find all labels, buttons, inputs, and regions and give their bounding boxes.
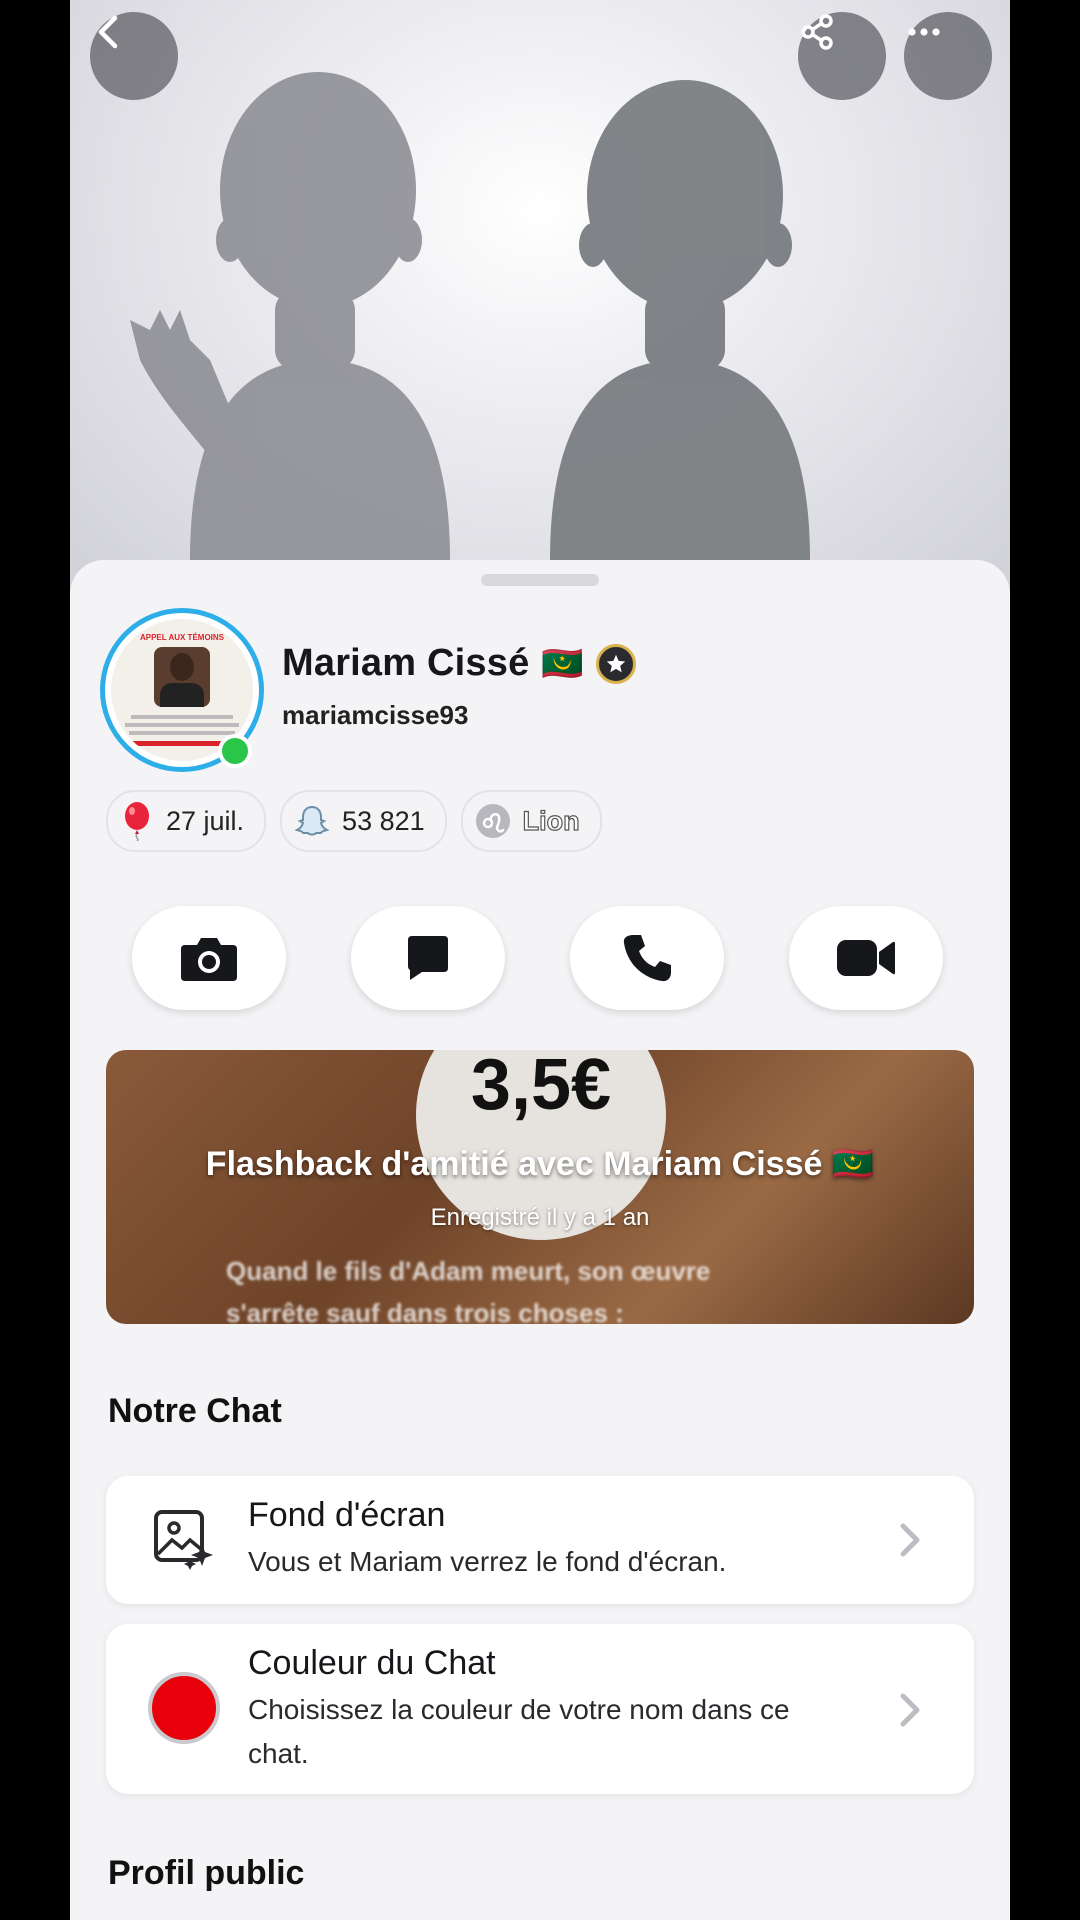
flashback-line-2: s'arrête sauf dans trois choses : bbox=[226, 1298, 624, 1324]
birthday-chip[interactable]: 27 juil. bbox=[106, 790, 267, 852]
display-name: Mariam Cissé bbox=[282, 642, 530, 684]
chat-color-swatch bbox=[148, 1672, 220, 1744]
camera-icon bbox=[181, 938, 237, 981]
online-status-dot bbox=[218, 734, 252, 768]
chat-icon bbox=[408, 936, 448, 980]
star-badge-icon[interactable] bbox=[595, 643, 636, 684]
our-chat-heading: Notre Chat bbox=[108, 1392, 282, 1430]
wallpaper-title: Fond d'écran bbox=[248, 1496, 446, 1534]
camera-button[interactable] bbox=[132, 906, 286, 1010]
chevron-right-icon bbox=[900, 1693, 920, 1727]
friendship-bitmoji-header bbox=[70, 0, 1010, 600]
share-icon bbox=[801, 14, 833, 50]
wallpaper-subtitle: Vous et Mariam verrez le fond d'écran. bbox=[248, 1546, 727, 1577]
chevron-right-icon bbox=[900, 1523, 920, 1557]
action-buttons bbox=[132, 906, 943, 1010]
chevron-left-icon bbox=[98, 15, 118, 49]
flashback-price: 3,5€ bbox=[470, 1050, 612, 1125]
flashback-preview-text: Quand le fils d'Adam meurt, son œuvre s'… bbox=[226, 1250, 710, 1324]
zodiac-label: Lion bbox=[522, 805, 580, 836]
avatar-photo bbox=[154, 647, 210, 707]
more-options-button[interactable] bbox=[904, 12, 992, 100]
chat-color-subtitle: Choisissez la couleur de votre nom dans … bbox=[248, 1694, 790, 1769]
snap-score-label: 53 821 bbox=[342, 805, 425, 836]
name-row: Mariam Cissé 🇲🇷 bbox=[282, 642, 636, 685]
phone-icon bbox=[623, 935, 671, 982]
back-button[interactable] bbox=[90, 12, 178, 100]
flashback-line-1: Quand le fils d'Adam meurt, son œuvre bbox=[226, 1256, 711, 1286]
profile-sheet: APPEL AUX TÉMOINS Mariam Cissé 🇲🇷 mariam… bbox=[70, 560, 1010, 1920]
avatar-caption: APPEL AUX TÉMOINS bbox=[139, 633, 224, 642]
public-profile-heading: Profil public bbox=[108, 1854, 305, 1892]
zodiac-leo-icon bbox=[475, 804, 510, 838]
ellipsis-icon bbox=[908, 28, 940, 36]
profile-chips: 27 juil. 53 821 Lion bbox=[106, 790, 602, 852]
chat-color-title: Couleur du Chat bbox=[248, 1644, 496, 1682]
video-call-button[interactable] bbox=[789, 906, 943, 1010]
share-button[interactable] bbox=[798, 12, 886, 100]
birthday-label: 27 juil. bbox=[166, 805, 245, 836]
profile-screen: APPEL AUX TÉMOINS Mariam Cissé 🇲🇷 mariam… bbox=[70, 0, 1010, 1920]
sheet-grabber[interactable] bbox=[481, 574, 599, 586]
flashback-subtitle: Enregistré il y a 1 an bbox=[430, 1204, 650, 1231]
zodiac-chip[interactable]: Lion bbox=[460, 790, 602, 852]
voice-call-button[interactable] bbox=[570, 906, 724, 1010]
flashback-title: Flashback d'amitié avec Mariam Cissé 🇲🇷 bbox=[205, 1145, 875, 1183]
wallpaper-icon bbox=[154, 1510, 213, 1570]
chat-color-row[interactable]: Couleur du Chat Choisissez la couleur de… bbox=[106, 1624, 974, 1794]
username[interactable]: mariamcisse93 bbox=[282, 700, 468, 731]
friendship-flashback-card[interactable]: 3,5€ Flashback d'amitié avec Mariam Ciss… bbox=[106, 1050, 974, 1324]
snap-score-chip[interactable]: 53 821 bbox=[280, 790, 447, 852]
balloon-icon bbox=[125, 802, 149, 841]
flag-emoji: 🇲🇷 bbox=[541, 644, 584, 683]
video-icon bbox=[837, 940, 895, 976]
snap-score-icon bbox=[294, 805, 330, 836]
chat-button[interactable] bbox=[351, 906, 505, 1010]
wallpaper-row[interactable]: Fond d'écran Vous et Mariam verrez le fo… bbox=[106, 1476, 974, 1604]
